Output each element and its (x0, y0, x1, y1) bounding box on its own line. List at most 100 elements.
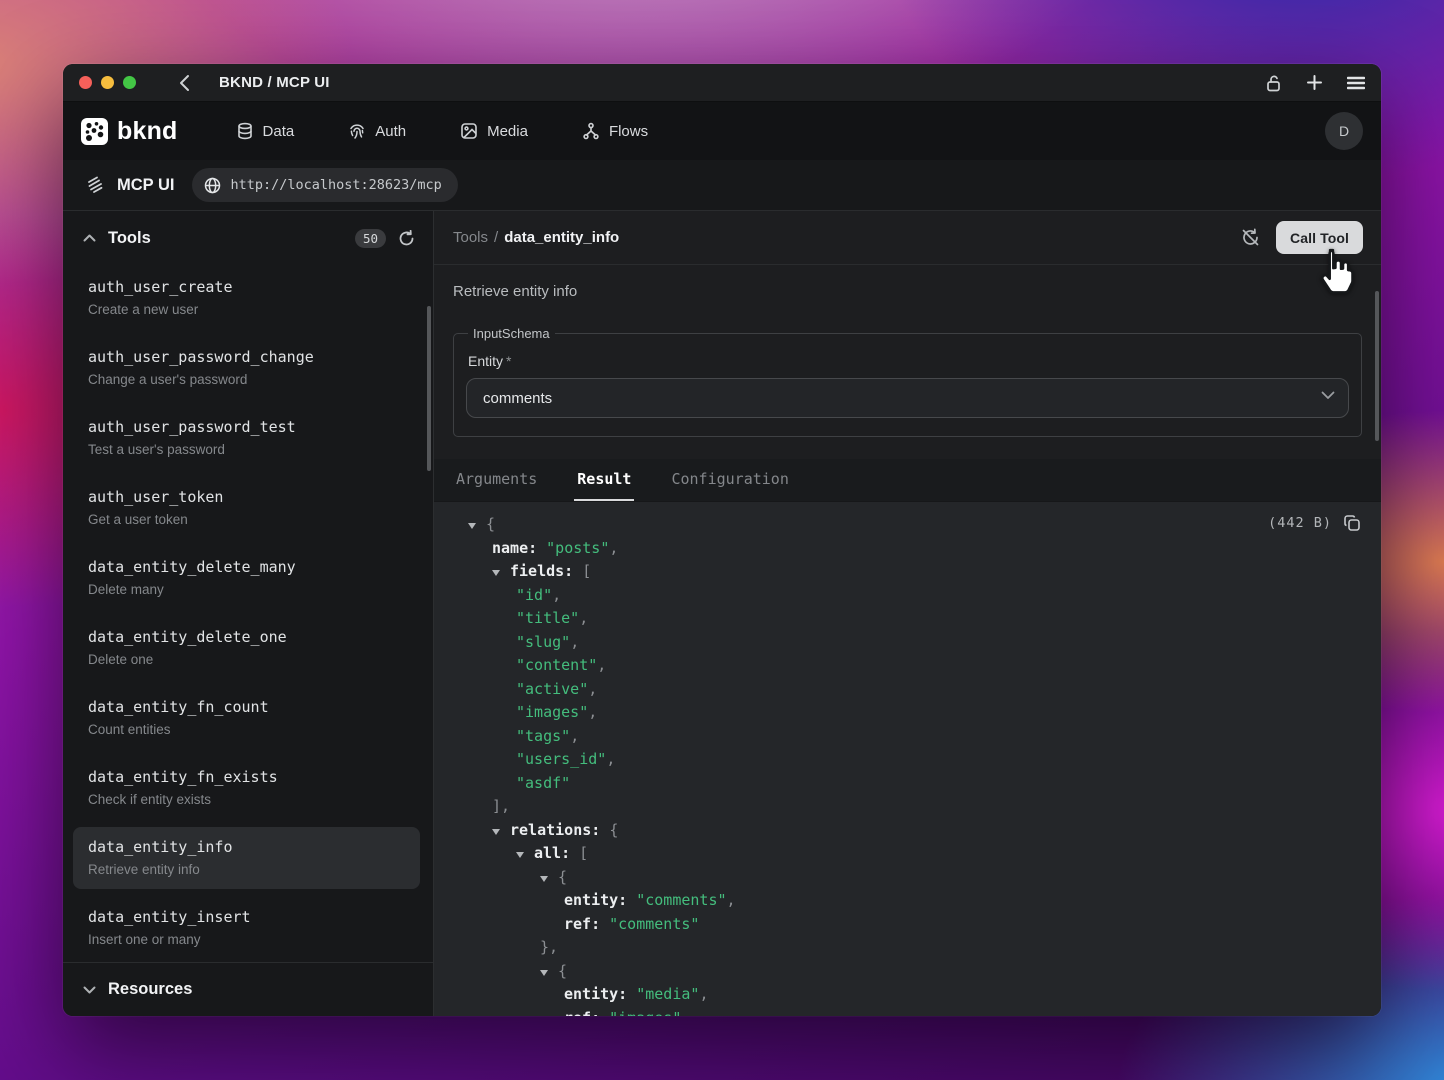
copy-icon[interactable] (1343, 514, 1361, 532)
brand-name: bknd (117, 117, 178, 146)
main-header: Tools / data_entity_info Call Tool (434, 211, 1381, 265)
sidebar-item-auth_user_password_change[interactable]: auth_user_password_changeChange a user's… (73, 337, 420, 399)
result-tabs: Arguments Result Configuration (434, 459, 1381, 502)
json-punctuation: , (606, 750, 615, 768)
refresh-off-icon[interactable] (1241, 228, 1260, 247)
json-punctuation: , (597, 656, 606, 674)
brand-logo[interactable]: bknd (81, 117, 178, 146)
json-punctuation: }, (540, 938, 558, 956)
json-string-value: "media" (636, 985, 699, 1003)
mcp-header: MCP UI http://localhost:28623/mcp (63, 160, 1381, 211)
titlebar: BKND / MCP UI (63, 64, 1381, 102)
json-punctuation: { (558, 868, 567, 886)
minimize-window-button[interactable] (101, 76, 114, 89)
tool-list: auth_user_createCreate a new user auth_us… (63, 265, 433, 962)
json-string-value: "title" (516, 609, 579, 627)
collapse-toggle-icon[interactable] (516, 842, 534, 866)
breadcrumb-parent[interactable]: Tools (453, 229, 488, 246)
json-string-value: "id" (516, 586, 552, 604)
tools-section-header[interactable]: Tools 50 (63, 211, 433, 265)
nav-item-label: Flows (609, 123, 648, 140)
json-line: relations:{ (468, 819, 1381, 843)
json-line: name: "posts", (468, 537, 1381, 561)
nav-item-data[interactable]: Data (236, 122, 295, 140)
json-punctuation: , (609, 539, 618, 557)
entity-select[interactable]: comments (466, 378, 1349, 418)
resources-section-header[interactable]: Resources (63, 962, 433, 1016)
tab-configuration[interactable]: Configuration (668, 459, 791, 501)
nav-item-auth[interactable]: Auth (348, 122, 406, 140)
sidebar-item-data_entity_insert[interactable]: data_entity_insertInsert one or many (73, 897, 420, 959)
nav-item-media[interactable]: Media (460, 122, 528, 140)
app-nav: bknd Data Auth Media Flows D (63, 102, 1381, 160)
json-line: ref: "comments" (468, 913, 1381, 937)
call-tool-button[interactable]: Call Tool (1276, 221, 1363, 254)
json-string-value: "active" (516, 680, 588, 698)
chevron-down-icon (83, 986, 96, 994)
nav-item-label: Media (487, 123, 528, 140)
json-line: { (468, 960, 1381, 984)
json-line: fields:[ (468, 560, 1381, 584)
json-punctuation: , (727, 891, 736, 909)
image-icon (460, 122, 478, 140)
tool-name: data_entity_info (88, 837, 405, 858)
sidebar-item-data_entity_fn_count[interactable]: data_entity_fn_countCount entities (73, 687, 420, 749)
app-window: BKND / MCP UI bknd Data Auth Media Flows D (63, 64, 1381, 1016)
tool-description: Delete one (88, 651, 405, 669)
mcp-url: http://localhost:28623/mcp (230, 177, 441, 193)
json-result-viewer: { name: "posts", fields:[ "id", "title", "slug… (434, 502, 1381, 1016)
plus-icon[interactable] (1306, 74, 1323, 91)
json-string-value: "comments" (609, 915, 699, 933)
back-icon[interactable] (178, 74, 191, 92)
tool-name: auth_user_password_test (88, 417, 405, 438)
mcp-url-pill[interactable]: http://localhost:28623/mcp (192, 168, 457, 202)
json-line: "images", (468, 701, 1381, 725)
close-window-button[interactable] (79, 76, 92, 89)
collapse-toggle-icon[interactable] (468, 513, 486, 537)
main-scrollbar[interactable] (1375, 291, 1379, 441)
collapse-toggle-icon[interactable] (492, 819, 510, 843)
tool-description: Check if entity exists (88, 791, 405, 809)
chevron-down-icon (1321, 391, 1335, 400)
nav-item-label: Auth (375, 123, 406, 140)
menu-icon[interactable] (1347, 76, 1365, 90)
json-string-value: "slug" (516, 633, 570, 651)
json-punctuation: , (588, 680, 597, 698)
nav-items: Data Auth Media Flows (236, 122, 649, 140)
chevron-up-icon (83, 234, 96, 242)
result-size-label: (442 B) (1268, 515, 1332, 531)
tab-arguments[interactable]: Arguments (453, 459, 540, 501)
zoom-window-button[interactable] (123, 76, 136, 89)
collapse-toggle-icon[interactable] (540, 866, 558, 890)
sidebar-item-data_entity_delete_one[interactable]: data_entity_delete_one Delete one (73, 617, 420, 679)
collapse-toggle-icon[interactable] (492, 560, 510, 584)
sidebar-scrollbar[interactable] (427, 306, 431, 471)
tool-description-text: Retrieve entity info (453, 282, 1362, 302)
tab-result[interactable]: Result (574, 459, 634, 501)
collapse-toggle-icon[interactable] (540, 960, 558, 984)
json-key: name: (492, 539, 537, 557)
traffic-lights (79, 76, 136, 89)
sidebar-item-data_entity_fn_exists[interactable]: data_entity_fn_existsCheck if entity exi… (73, 757, 420, 819)
json-line: "active", (468, 678, 1381, 702)
json-punctuation: [ (582, 562, 591, 580)
json-key: ref: (564, 915, 600, 933)
tool-name: data_entity_delete_one (88, 627, 405, 648)
avatar[interactable]: D (1325, 112, 1363, 150)
sidebar-item-auth_user_password_test[interactable]: auth_user_password_testTest a user's pas… (73, 407, 420, 469)
json-line: "asdf" (468, 772, 1381, 796)
json-line: entity:"comments", (468, 889, 1381, 913)
json-key: ref: (564, 1009, 600, 1017)
sidebar-item-data_entity_delete_many[interactable]: data_entity_delete_manyDelete many (73, 547, 420, 609)
sidebar-item-data_entity_info[interactable]: data_entity_infoRetrieve entity info (73, 827, 420, 889)
tool-description: Create a new user (88, 301, 405, 319)
json-punctuation: , (588, 703, 597, 721)
sidebar-item-auth_user_create[interactable]: auth_user_createCreate a new user (73, 267, 420, 329)
nav-item-flows[interactable]: Flows (582, 122, 648, 140)
sidebar-item-auth_user_token[interactable]: auth_user_tokenGet a user token (73, 477, 420, 539)
entity-select-value: comments (483, 390, 552, 407)
lock-open-icon[interactable] (1265, 74, 1282, 92)
refresh-icon[interactable] (398, 230, 415, 247)
json-line: }, (468, 936, 1381, 960)
json-string-value: "posts" (546, 539, 609, 557)
